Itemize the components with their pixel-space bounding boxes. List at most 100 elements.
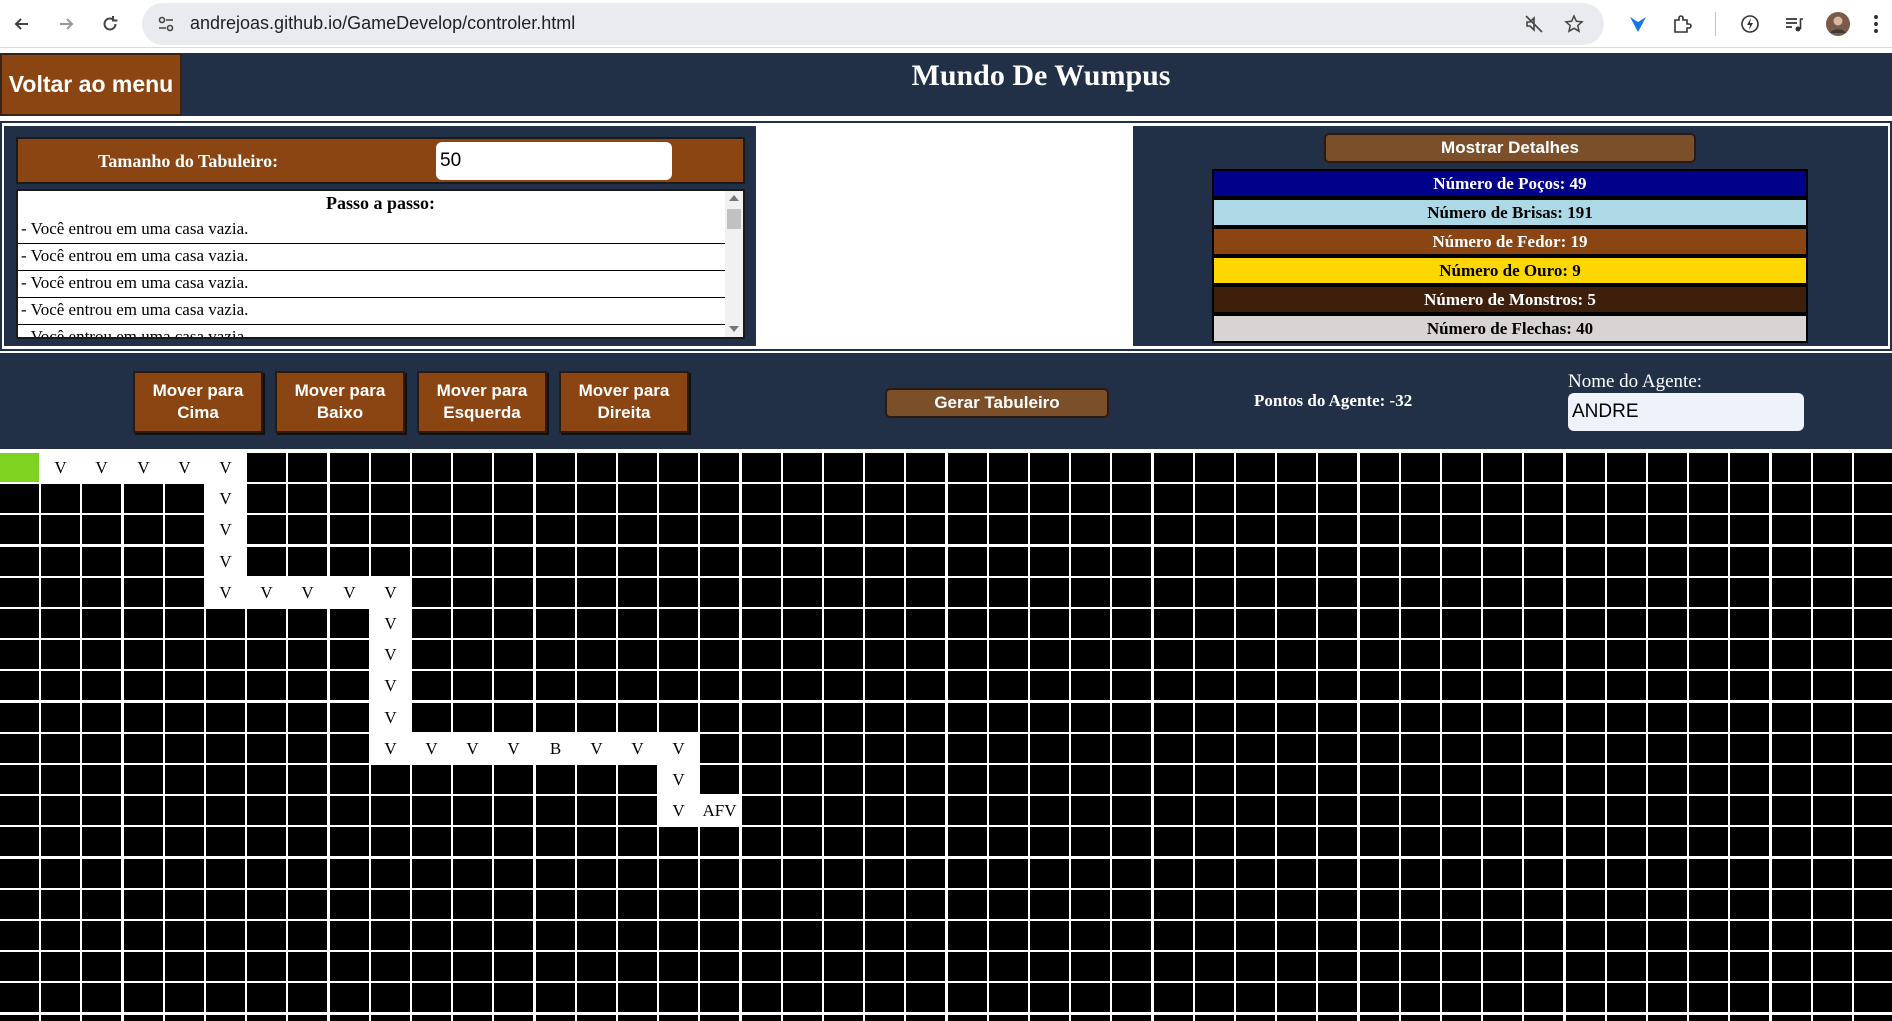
hidden-cell — [659, 640, 698, 669]
move-up-button[interactable]: Mover para Cima — [133, 371, 263, 433]
hidden-cell — [41, 671, 80, 700]
visited-cell: V — [206, 578, 245, 607]
hidden-cell — [288, 453, 327, 482]
scroll-thumb[interactable] — [727, 209, 741, 229]
hidden-cell — [1154, 515, 1193, 544]
scroll-down-arrow-icon[interactable] — [729, 326, 739, 332]
hidden-cell — [453, 671, 492, 700]
hidden-cell — [577, 578, 616, 607]
reload-icon[interactable] — [96, 10, 124, 38]
hidden-cell — [165, 890, 204, 919]
hidden-cell — [1854, 453, 1892, 482]
profile-avatar-icon[interactable] — [1824, 10, 1852, 38]
hidden-cell — [618, 547, 657, 576]
hidden-cell — [989, 796, 1028, 825]
hidden-cell — [412, 952, 451, 981]
log-entry: - Você entrou em uma casa vazia. — [18, 271, 725, 298]
hidden-cell — [41, 796, 80, 825]
hidden-cell — [1524, 703, 1563, 732]
hidden-cell — [1772, 796, 1811, 825]
hidden-cell — [1401, 859, 1440, 888]
forward-arrow-icon[interactable] — [52, 10, 80, 38]
hidden-cell — [865, 484, 904, 513]
hidden-cell — [1112, 578, 1151, 607]
hidden-cell — [1277, 734, 1316, 763]
hidden-cell — [1236, 640, 1275, 669]
hidden-cell — [165, 796, 204, 825]
hidden-cell — [1154, 578, 1193, 607]
hidden-cell — [1524, 765, 1563, 794]
hidden-cell — [330, 734, 369, 763]
hidden-cell — [371, 765, 410, 794]
step-log-scrollbar[interactable] — [725, 191, 743, 337]
hidden-cell — [1483, 640, 1522, 669]
hidden-cell — [577, 453, 616, 482]
move-right-button[interactable]: Mover para Direita — [559, 371, 689, 433]
move-down-button[interactable]: Mover para Baixo — [275, 371, 405, 433]
bookmark-star-icon[interactable] — [1560, 10, 1588, 38]
hidden-cell — [1442, 453, 1481, 482]
hidden-cell — [1401, 609, 1440, 638]
hidden-cell — [247, 765, 286, 794]
hidden-cell — [700, 734, 739, 763]
scroll-up-arrow-icon[interactable] — [729, 195, 739, 201]
hidden-cell — [783, 734, 822, 763]
hidden-cell — [577, 640, 616, 669]
hidden-cell — [1483, 734, 1522, 763]
hidden-cell — [330, 952, 369, 981]
hidden-cell — [1524, 640, 1563, 669]
extensions-puzzle-icon[interactable] — [1668, 10, 1696, 38]
hidden-cell — [1442, 547, 1481, 576]
hidden-cell — [0, 859, 39, 888]
hidden-cell — [577, 859, 616, 888]
game-board[interactable]: V V V V V V V V V V V V V V V V V V V V V B V V V V V AFV — [0, 453, 1892, 1021]
hidden-cell — [906, 734, 945, 763]
hidden-cell — [742, 734, 781, 763]
hidden-cell — [1071, 765, 1110, 794]
hidden-cell — [1730, 765, 1769, 794]
hidden-cell — [82, 983, 121, 1012]
hidden-cell — [165, 671, 204, 700]
media-queue-icon[interactable] — [1780, 10, 1808, 38]
hidden-cell — [1195, 671, 1234, 700]
hidden-cell — [989, 765, 1028, 794]
address-bar[interactable]: andrejoas.github.io/GameDevelop/controle… — [142, 3, 1604, 45]
hidden-cell — [1730, 952, 1769, 981]
site-settings-icon[interactable] — [152, 10, 180, 38]
mute-icon[interactable] — [1520, 10, 1548, 38]
vpn-extension-icon[interactable] — [1624, 10, 1652, 38]
hidden-cell — [247, 734, 286, 763]
board-size-input[interactable] — [436, 142, 672, 180]
hidden-cell — [412, 547, 451, 576]
hidden-cell — [865, 827, 904, 856]
hidden-cell — [989, 484, 1028, 513]
generate-board-button[interactable]: Gerar Tabuleiro — [885, 388, 1109, 418]
hidden-cell — [41, 890, 80, 919]
hidden-cell — [1195, 921, 1234, 950]
hidden-cell — [1607, 952, 1646, 981]
hidden-cell — [824, 515, 863, 544]
browser-menu-icon[interactable] — [1866, 10, 1886, 38]
back-arrow-icon[interactable] — [8, 10, 36, 38]
hidden-cell — [206, 952, 245, 981]
hidden-cell — [82, 547, 121, 576]
show-details-button[interactable]: Mostrar Detalhes — [1324, 133, 1696, 163]
hidden-cell — [783, 827, 822, 856]
hidden-cell — [1648, 859, 1687, 888]
hidden-cell — [1813, 671, 1852, 700]
visited-cell: V — [288, 578, 327, 607]
hidden-cell — [1318, 515, 1357, 544]
agent-name-input[interactable] — [1568, 393, 1804, 431]
step-log[interactable]: Passo a passo: - Você entrou em uma casa… — [16, 189, 745, 339]
hidden-cell — [659, 703, 698, 732]
hidden-cell — [1607, 703, 1646, 732]
move-left-button[interactable]: Mover para Esquerda — [417, 371, 547, 433]
performance-icon[interactable] — [1736, 10, 1764, 38]
hidden-cell — [989, 547, 1028, 576]
hidden-cell — [906, 640, 945, 669]
hidden-cell — [1566, 796, 1605, 825]
hidden-cell — [494, 484, 533, 513]
hidden-cell — [824, 484, 863, 513]
hidden-cell — [906, 453, 945, 482]
hidden-cell — [1607, 859, 1646, 888]
